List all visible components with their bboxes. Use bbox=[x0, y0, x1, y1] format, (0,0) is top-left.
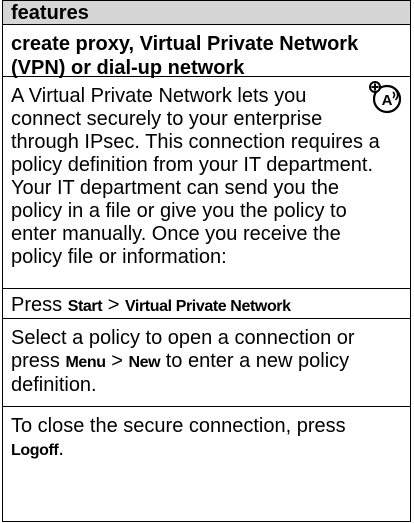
features-table: features create proxy, Virtual Private N… bbox=[2, 0, 411, 522]
section-title-line-1: create proxy, Virtual Private Network bbox=[11, 33, 359, 55]
select-press-text: press bbox=[11, 350, 66, 372]
menu-key: Menu bbox=[65, 354, 106, 371]
select-policy-paragraph: Select a policy to open a connection or … bbox=[11, 319, 402, 397]
description-line: connect securely to your enterprise bbox=[11, 108, 323, 130]
description-line: through IPsec. This connection requires … bbox=[11, 131, 380, 153]
logoff-key: Logoff bbox=[11, 442, 59, 459]
section-title-row: create proxy, Virtual Private Network (V… bbox=[3, 25, 410, 80]
select-line-2: press Menu > New to enter a new policy bbox=[11, 350, 402, 374]
press-step: Press Start > Virtual Private Network bbox=[11, 289, 402, 319]
select-separator: > bbox=[105, 350, 129, 372]
table-header: features bbox=[3, 1, 410, 25]
description-paragraph: A Virtual Private Network lets you conne… bbox=[11, 77, 402, 269]
select-line-3: definition. bbox=[11, 374, 97, 396]
close-connection-paragraph: To close the secure connection, press Lo… bbox=[11, 407, 402, 462]
voice-command-icon: A bbox=[369, 81, 402, 114]
close-connection-row: To close the secure connection, press Lo… bbox=[3, 407, 410, 523]
select-line-2-tail: to enter a new policy bbox=[160, 350, 350, 372]
description-line: policy file or information: bbox=[11, 246, 227, 268]
header-title: features bbox=[11, 2, 89, 24]
description-line: policy in a file or give you the policy … bbox=[11, 200, 347, 222]
step-text: Press bbox=[11, 294, 68, 316]
close-line-2: Logoff. bbox=[11, 438, 402, 462]
description-line: policy definition from your IT departmen… bbox=[11, 154, 374, 176]
section-title: create proxy, Virtual Private Network (V… bbox=[11, 25, 402, 80]
start-key: Start bbox=[67, 298, 103, 315]
description-row: A Virtual Private Network lets you conne… bbox=[3, 77, 410, 289]
description-line: enter manually. Once you receive the bbox=[11, 223, 341, 245]
select-line-1: Select a policy to open a connection or bbox=[11, 327, 355, 349]
description-line: Your IT department can send you the bbox=[11, 177, 339, 199]
close-line-1: To close the secure connection, press bbox=[11, 415, 346, 437]
description-line: A Virtual Private Network lets you bbox=[11, 85, 307, 107]
voice-command-icon-letter: A bbox=[382, 92, 393, 109]
new-key: New bbox=[128, 354, 161, 371]
close-period: . bbox=[58, 438, 64, 460]
step-separator: > bbox=[102, 294, 125, 316]
select-policy-row: Select a policy to open a connection or … bbox=[3, 319, 410, 407]
press-step-row: Press Start > Virtual Private Network bbox=[3, 289, 410, 319]
vpn-menu-item: Virtual Private Network bbox=[124, 298, 291, 315]
